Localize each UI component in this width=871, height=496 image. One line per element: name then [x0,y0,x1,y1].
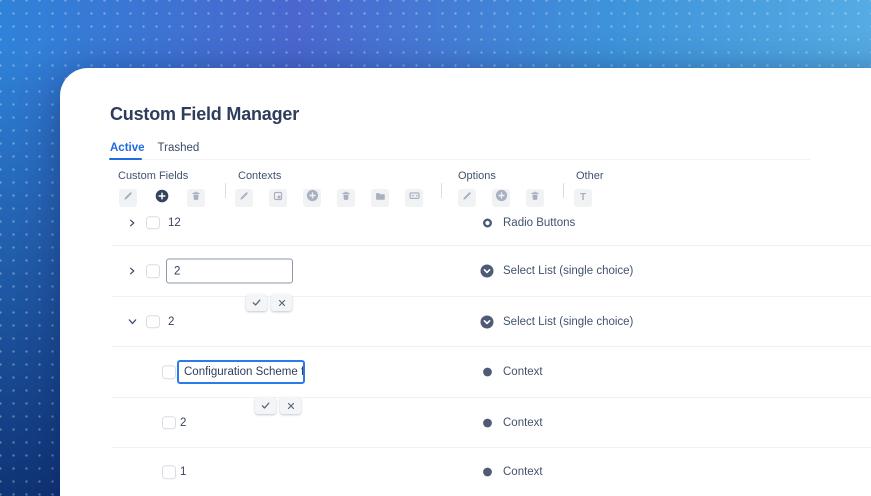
table-row: 1 Context [112,448,871,496]
context-dot-icon [480,418,494,427]
toolbar-separator [441,183,442,198]
row-checkbox[interactable] [146,215,160,230]
custom-field-manager-panel: Custom Field Manager Active Trashed Cust… [60,68,871,496]
active-tab-underline [109,158,142,160]
tab-active[interactable]: Active [110,142,145,154]
context-name-label: 2 [180,416,187,429]
group-header-contexts: Contexts [238,170,282,182]
chevron-down-icon[interactable] [126,316,138,328]
context-name-label: 1 [180,466,187,478]
context-name-input[interactable]: Configuration Scheme for 2 [177,360,305,384]
toolbar-separator [563,183,564,198]
row-checkbox[interactable] [162,465,176,479]
confirm-edit-button[interactable] [255,397,276,414]
table-row: 12 Radio Buttons [112,200,871,246]
check-icon [252,299,261,306]
field-name-label: 12 [168,216,181,229]
radio-icon [480,217,494,228]
table-row: Configuration Scheme for 2 Context [112,347,871,414]
tab-trashed[interactable]: Trashed [158,142,200,154]
group-header-other: Other [576,170,604,182]
context-type-label: Context [503,366,543,378]
row-checkbox[interactable] [146,264,160,278]
cancel-edit-button[interactable] [280,397,301,414]
tab-track [110,159,810,160]
field-type-label: Select List (single choice) [503,265,634,277]
row-checkbox[interactable] [162,415,176,430]
tab-bar: Active Trashed [110,142,199,154]
chevron-right-icon[interactable] [126,265,138,277]
edit-confirm-cancel [246,294,292,311]
table-row: Select List (single choice) [112,246,871,311]
context-type-label: Context [503,416,543,429]
page-title: Custom Field Manager [110,104,300,124]
field-name-input[interactable] [166,258,293,284]
table-row: 2 Context [112,398,871,448]
field-type-label: Radio Buttons [503,216,576,229]
table-row: 2 Select List (single choice) [112,297,871,347]
toolbar-separator [225,183,226,198]
field-type-label: Select List (single choice) [503,315,634,328]
edit-confirm-cancel [255,397,301,414]
close-icon [278,299,285,306]
field-name-label: 2 [168,315,175,328]
check-icon [261,402,270,409]
row-checkbox[interactable] [146,314,160,329]
context-type-label: Context [503,466,543,478]
close-icon [287,402,294,409]
context-dot-icon [480,367,494,377]
cancel-edit-button[interactable] [271,294,292,311]
select-list-icon [480,315,494,329]
confirm-edit-button[interactable] [246,294,267,311]
row-checkbox[interactable] [162,365,176,379]
context-dot-icon [480,467,494,477]
chevron-right-icon[interactable] [126,217,138,229]
select-list-icon [480,264,494,278]
group-header-options: Options [458,170,496,182]
group-header-custom-fields: Custom Fields [118,170,189,182]
